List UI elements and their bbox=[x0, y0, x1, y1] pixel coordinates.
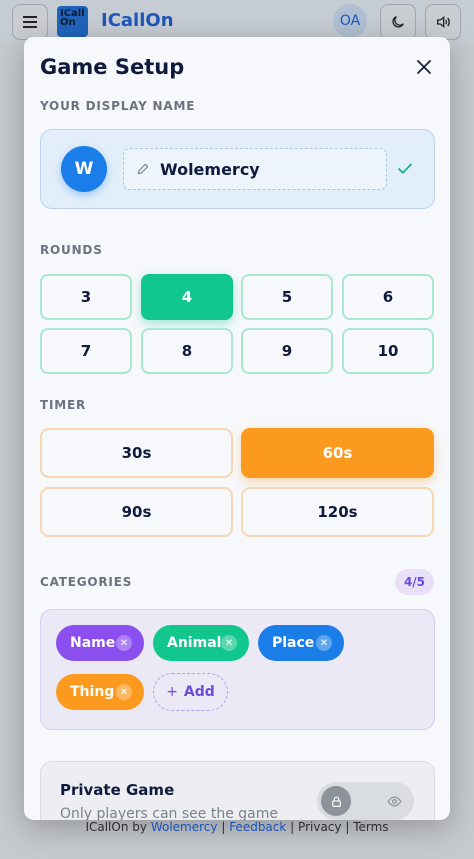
game-setup-modal: Game Setup YOUR DISPLAY NAME W Wolemercy… bbox=[24, 37, 450, 820]
category-chip-label: Thing bbox=[70, 684, 115, 700]
display-name-label: YOUR DISPLAY NAME bbox=[40, 99, 196, 113]
private-game-toggle[interactable] bbox=[317, 782, 414, 820]
remove-category-icon[interactable]: ✕ bbox=[316, 635, 332, 651]
category-chip-animal: Animal ✕ bbox=[153, 625, 249, 661]
round-option-6[interactable]: 6 bbox=[342, 274, 434, 320]
private-game-subtitle: Only players can see the game bbox=[60, 806, 278, 820]
category-chip-label: Name bbox=[70, 635, 116, 651]
timer-option-120s[interactable]: 120s bbox=[241, 487, 434, 537]
timer-label: TIMER bbox=[40, 398, 87, 412]
footer-feedback-link[interactable]: Feedback bbox=[229, 820, 286, 834]
footer-sep: | bbox=[221, 820, 226, 834]
footer-brand: ICallOn by bbox=[85, 820, 147, 834]
footer-privacy-link[interactable]: Privacy bbox=[298, 820, 341, 834]
name-avatar: W bbox=[61, 146, 107, 192]
timer-option-30s[interactable]: 30s bbox=[40, 428, 233, 478]
round-option-9[interactable]: 9 bbox=[241, 328, 333, 374]
display-name-value: Wolemercy bbox=[160, 159, 260, 179]
eye-icon bbox=[387, 796, 402, 807]
round-option-5[interactable]: 5 bbox=[241, 274, 333, 320]
category-chip-thing: Thing ✕ bbox=[56, 674, 144, 710]
display-name-input[interactable]: Wolemercy bbox=[123, 148, 387, 190]
lock-icon bbox=[331, 796, 341, 807]
categories-count-badge: 4/5 bbox=[395, 569, 434, 595]
private-game-card: Private Game Only players can see the ga… bbox=[40, 761, 435, 820]
remove-category-icon[interactable]: ✕ bbox=[116, 684, 132, 700]
footer-sep: | bbox=[290, 820, 295, 834]
round-option-7[interactable]: 7 bbox=[40, 328, 132, 374]
round-option-4[interactable]: 4 bbox=[141, 274, 233, 320]
confirm-check-icon[interactable] bbox=[396, 160, 414, 178]
add-category-label: Add bbox=[183, 684, 215, 700]
pencil-icon bbox=[137, 163, 149, 175]
plus-icon: + bbox=[166, 684, 178, 700]
categories-card: Name ✕ Animal ✕ Place ✕ Thing ✕ + Add bbox=[40, 609, 435, 730]
category-chip-label: Animal bbox=[167, 635, 222, 651]
categories-label: CATEGORIES bbox=[40, 575, 133, 589]
private-game-title: Private Game bbox=[60, 781, 175, 799]
close-icon bbox=[417, 60, 431, 74]
footer-author-link[interactable]: Wolemercy bbox=[151, 820, 218, 834]
rounds-label: ROUNDS bbox=[40, 243, 103, 257]
add-category-button[interactable]: + Add bbox=[153, 673, 228, 711]
display-name-card: W Wolemercy bbox=[40, 129, 435, 209]
timer-option-60s[interactable]: 60s bbox=[241, 428, 434, 478]
round-option-3[interactable]: 3 bbox=[40, 274, 132, 320]
remove-category-icon[interactable]: ✕ bbox=[116, 635, 132, 651]
timer-option-90s[interactable]: 90s bbox=[40, 487, 233, 537]
modal-title: Game Setup bbox=[40, 55, 185, 79]
footer: ICallOn by Wolemercy | Feedback | Privac… bbox=[0, 820, 474, 834]
footer-sep: | bbox=[345, 820, 350, 834]
category-chip-name: Name ✕ bbox=[56, 625, 144, 661]
category-chip-label: Place bbox=[272, 635, 315, 651]
round-option-8[interactable]: 8 bbox=[141, 328, 233, 374]
category-chip-place: Place ✕ bbox=[258, 625, 344, 661]
close-button[interactable] bbox=[412, 55, 436, 79]
toggle-knob bbox=[321, 786, 351, 816]
remove-category-icon[interactable]: ✕ bbox=[221, 635, 237, 651]
round-option-10[interactable]: 10 bbox=[342, 328, 434, 374]
footer-terms-link[interactable]: Terms bbox=[353, 820, 388, 834]
